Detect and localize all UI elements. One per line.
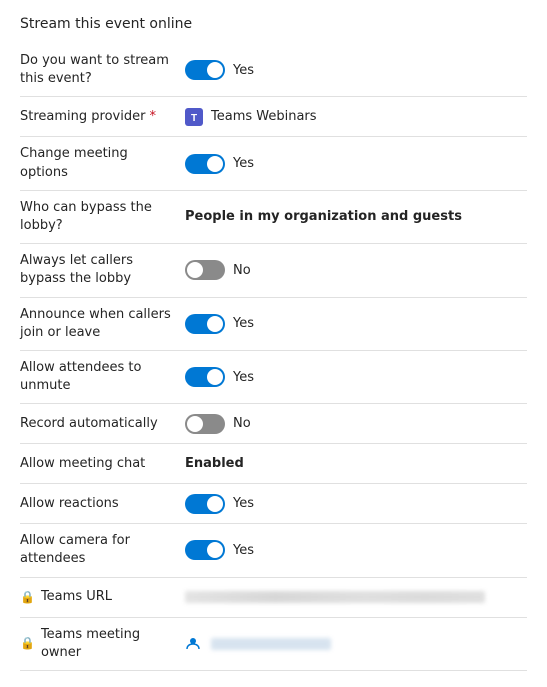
row-teams-url: 🔒 Teams URL	[20, 578, 527, 618]
lock-icon: 🔒	[20, 589, 35, 606]
toggle-label: Yes	[233, 543, 254, 558]
required-marker: *	[149, 108, 156, 126]
toggle-knob	[187, 416, 203, 432]
row-label-stream-event: Do you want to stream this event?	[20, 52, 185, 88]
toggle-label: Yes	[233, 63, 254, 78]
row-label-allow-reactions: Allow reactions	[20, 495, 185, 513]
toggle-announce-callers[interactable]	[185, 314, 225, 334]
row-value-meeting-chat: Enabled	[185, 456, 527, 471]
row-value-bypass-lobby: People in my organization and guests	[185, 209, 527, 224]
toggle-knob	[207, 542, 223, 558]
toggle-record-auto[interactable]	[185, 414, 225, 434]
row-label-teams-url: 🔒 Teams URL	[20, 588, 185, 606]
toggle-knob	[187, 262, 203, 278]
row-meeting-chat: Allow meeting chat Enabled	[20, 444, 527, 484]
label-text: Allow attendees to unmute	[20, 359, 175, 395]
toggle-knob	[207, 156, 223, 172]
row-value-streaming-provider: T Teams Webinars	[185, 108, 527, 126]
teams-webinars-icon: T	[185, 108, 203, 126]
label-text: Change meeting options	[20, 145, 175, 181]
teams-url-value	[185, 591, 485, 603]
row-label-announce-callers: Announce when callers join or leave	[20, 306, 185, 342]
row-value-teams-url	[185, 591, 527, 603]
main-container: Stream this event online Do you want to …	[0, 0, 547, 687]
row-allow-unmute: Allow attendees to unmute Yes	[20, 351, 527, 404]
settings-rows: Do you want to stream this event? Yes Stre…	[20, 44, 527, 671]
label-text: Do you want to stream this event?	[20, 52, 175, 88]
row-label-callers-bypass: Always let callers bypass the lobby	[20, 252, 185, 288]
label-text: Teams URL	[41, 588, 112, 606]
row-value-announce-callers: Yes	[185, 314, 527, 334]
row-value-stream-event: Yes	[185, 60, 527, 80]
toggle-label: Yes	[233, 156, 254, 171]
label-text: Allow camera for attendees	[20, 532, 175, 568]
row-allow-reactions: Allow reactions Yes	[20, 484, 527, 524]
row-change-meeting: Change meeting options Yes	[20, 137, 527, 190]
streaming-provider-label: Teams Webinars	[211, 109, 317, 124]
row-streaming-provider: Streaming provider * T Teams Webinars	[20, 97, 527, 137]
label-text: Announce when callers join or leave	[20, 306, 175, 342]
row-value-allow-camera: Yes	[185, 540, 527, 560]
row-label-bypass-lobby: Who can bypass the lobby?	[20, 199, 185, 235]
label-text: Allow reactions	[20, 495, 119, 513]
bold-value: People in my organization and guests	[185, 209, 462, 224]
row-label-teams-owner: 🔒 Teams meeting owner	[20, 626, 185, 662]
row-value-teams-owner	[185, 636, 527, 652]
label-text: Allow meeting chat	[20, 455, 145, 473]
toggle-label: Yes	[233, 316, 254, 331]
toggle-label: Yes	[233, 370, 254, 385]
page-title: Stream this event online	[20, 16, 527, 32]
label-text: Who can bypass the lobby?	[20, 199, 175, 235]
row-callers-bypass: Always let callers bypass the lobby No	[20, 244, 527, 297]
row-allow-camera: Allow camera for attendees Yes	[20, 524, 527, 577]
row-label-streaming-provider: Streaming provider *	[20, 108, 185, 126]
toggle-knob	[207, 316, 223, 332]
row-label-change-meeting: Change meeting options	[20, 145, 185, 181]
toggle-label: No	[233, 416, 251, 431]
toggle-label: Yes	[233, 496, 254, 511]
row-value-change-meeting: Yes	[185, 154, 527, 174]
toggle-callers-bypass[interactable]	[185, 260, 225, 280]
row-bypass-lobby: Who can bypass the lobby? People in my or…	[20, 191, 527, 244]
toggle-allow-reactions[interactable]	[185, 494, 225, 514]
toggle-allow-unmute[interactable]	[185, 367, 225, 387]
row-value-record-auto: No	[185, 414, 527, 434]
toggle-knob	[207, 496, 223, 512]
row-value-callers-bypass: No	[185, 260, 527, 280]
toggle-label: No	[233, 263, 251, 278]
toggle-stream-event[interactable]	[185, 60, 225, 80]
row-label-allow-camera: Allow camera for attendees	[20, 532, 185, 568]
lock-icon: 🔒	[20, 635, 35, 652]
label-text: Always let callers bypass the lobby	[20, 252, 175, 288]
svg-text:T: T	[191, 113, 197, 124]
row-stream-event: Do you want to stream this event? Yes	[20, 44, 527, 97]
row-label-record-auto: Record automatically	[20, 415, 185, 433]
toggle-change-meeting[interactable]	[185, 154, 225, 174]
teams-owner-value	[211, 638, 331, 650]
label-text: Record automatically	[20, 415, 158, 433]
person-icon	[185, 636, 201, 652]
row-value-allow-reactions: Yes	[185, 494, 527, 514]
row-announce-callers: Announce when callers join or leave Yes	[20, 298, 527, 351]
bold-value: Enabled	[185, 456, 244, 471]
toggle-knob	[207, 369, 223, 385]
row-record-auto: Record automatically No	[20, 404, 527, 444]
toggle-allow-camera[interactable]	[185, 540, 225, 560]
row-value-allow-unmute: Yes	[185, 367, 527, 387]
row-teams-owner: 🔒 Teams meeting owner	[20, 618, 527, 671]
toggle-knob	[207, 62, 223, 78]
label-text: Streaming provider	[20, 108, 145, 126]
row-label-allow-unmute: Allow attendees to unmute	[20, 359, 185, 395]
row-label-meeting-chat: Allow meeting chat	[20, 455, 185, 473]
label-text: Teams meeting owner	[41, 626, 175, 662]
